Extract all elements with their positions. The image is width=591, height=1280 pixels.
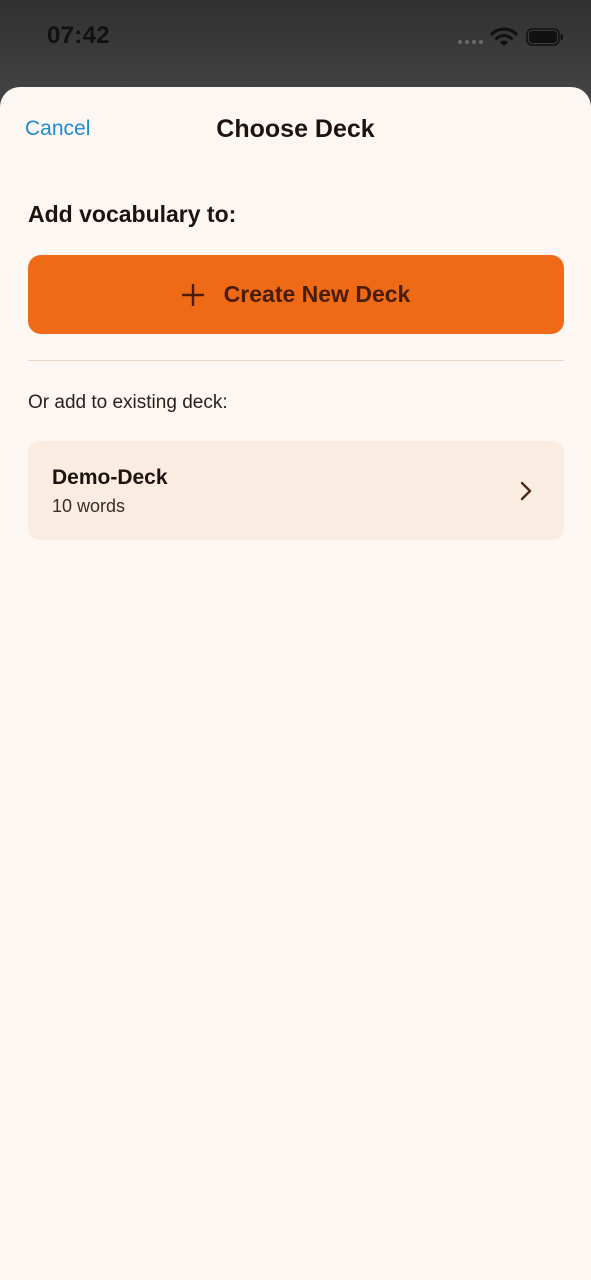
- section-heading: Add vocabulary to:: [28, 201, 237, 227]
- deck-name: Demo-Deck: [52, 466, 168, 489]
- page-title: Choose Deck: [216, 115, 375, 143]
- deck-word-count: 10 words: [52, 496, 126, 516]
- screen: 07:42 Cancel Choose Deck Add vocabulary …: [0, 0, 591, 1280]
- wifi-icon: [490, 27, 518, 46]
- create-new-deck-label: Create New Deck: [223, 281, 411, 307]
- status-time: 07:42: [47, 22, 110, 49]
- signal-icon: [458, 40, 484, 46]
- deck-item-demo-deck[interactable]: Demo-Deck 10 words: [28, 441, 564, 540]
- divider: [28, 360, 564, 361]
- create-new-deck-button[interactable]: Create New Deck: [28, 255, 564, 334]
- status-bar: 07:42: [0, 0, 591, 80]
- nav-bar: Cancel Choose Deck: [0, 87, 591, 173]
- choose-deck-sheet: Cancel Choose Deck Add vocabulary to: Cr…: [0, 87, 591, 1280]
- chevron-right-icon: [520, 481, 532, 501]
- battery-icon: [526, 28, 563, 46]
- plus-icon: [181, 283, 204, 306]
- existing-deck-label: Or add to existing deck:: [28, 392, 228, 413]
